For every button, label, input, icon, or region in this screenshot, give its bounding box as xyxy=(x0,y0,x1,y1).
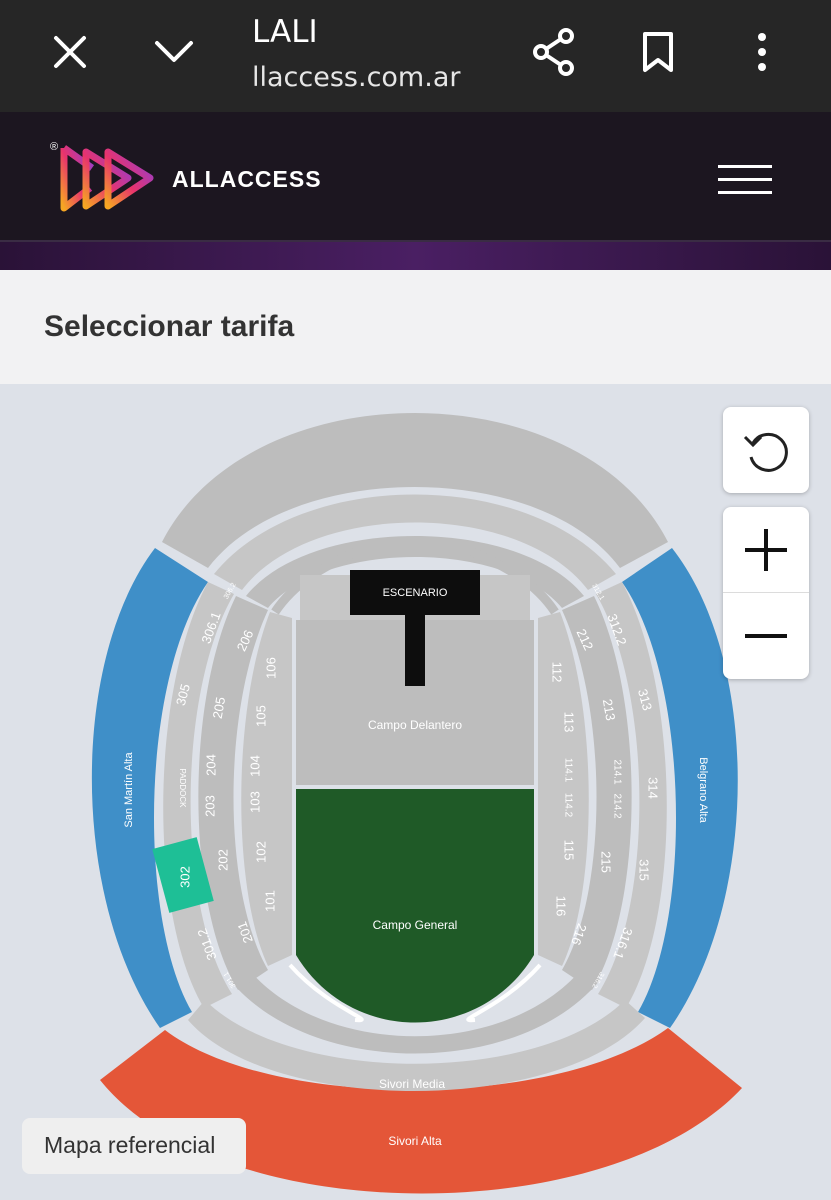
section-label-314: 314 xyxy=(646,777,661,799)
belgrano-alta-label: Belgrano Alta xyxy=(697,757,709,823)
bookmark-icon xyxy=(643,32,673,72)
section-label-101: 101 xyxy=(262,890,277,912)
play-triangles-logo[interactable]: ® xyxy=(50,140,162,216)
menu-line xyxy=(718,191,772,194)
bookmark-button[interactable] xyxy=(630,22,686,82)
collapse-button[interactable] xyxy=(146,22,202,82)
venue-map[interactable]: ESCENARIO Campo Delantero Campo General … xyxy=(0,384,831,1200)
section-label-112: 112 xyxy=(550,662,565,683)
rotate-ccw-icon xyxy=(743,432,788,472)
page-url[interactable]: llaccess.com.ar xyxy=(252,62,460,93)
plus-icon xyxy=(745,529,787,571)
menu-line xyxy=(718,178,772,181)
section-label-315: 315 xyxy=(637,859,652,881)
header-gradient-strip xyxy=(0,242,831,270)
legend-label: Mapa referencial xyxy=(44,1132,216,1158)
section-label-115: 115 xyxy=(562,840,577,861)
more-vertical-icon xyxy=(758,33,766,71)
san-martin-alta-label: San Martín Alta xyxy=(123,752,135,828)
sivori-media-label: Sivori Media xyxy=(379,1077,445,1091)
zoom-in-button[interactable] xyxy=(723,507,809,593)
section-label-215: 215 xyxy=(599,851,614,873)
sivori-alta-label: Sivori Alta xyxy=(388,1134,442,1148)
section-label-105: 105 xyxy=(253,705,268,727)
stage-runway xyxy=(405,612,425,686)
page-title: Seleccionar tarifa xyxy=(44,310,295,343)
section-label-202: 202 xyxy=(215,849,230,871)
stage-label: ESCENARIO xyxy=(383,587,448,599)
section-label-104: 104 xyxy=(247,755,262,777)
campo-delantero-label: Campo Delantero xyxy=(368,718,462,732)
browser-toolbar: LALI llaccess.com.ar xyxy=(0,0,831,112)
section-label-204: 204 xyxy=(203,754,218,776)
brand-name[interactable]: ALLACCESS xyxy=(172,166,322,193)
section-label-302: 302 xyxy=(177,866,192,888)
map-legend: Mapa referencial xyxy=(22,1118,246,1174)
paddock-label: PADDOCK xyxy=(178,769,187,809)
zoom-out-button[interactable] xyxy=(723,593,809,679)
share-icon xyxy=(533,28,574,76)
section-label-214-2: 214.2 xyxy=(611,793,622,818)
section-label-214-1: 214.1 xyxy=(611,759,622,784)
registered-mark: ® xyxy=(50,141,58,153)
section-label-113: 113 xyxy=(562,712,577,733)
section-label-103: 103 xyxy=(247,791,262,813)
page-title-bar: Seleccionar tarifa xyxy=(0,270,831,384)
chevron-down-icon xyxy=(155,41,193,62)
more-button[interactable] xyxy=(734,22,790,82)
area-campo-general[interactable] xyxy=(296,789,534,1023)
section-label-106: 106 xyxy=(263,657,278,679)
tab-title: LALI xyxy=(252,14,318,50)
minus-icon xyxy=(745,634,787,638)
section-label-116: 116 xyxy=(554,896,569,917)
section-label-114-1: 114.1 xyxy=(562,758,573,783)
hamburger-menu-button[interactable] xyxy=(712,160,778,200)
share-button[interactable] xyxy=(526,22,582,82)
reset-view-control xyxy=(723,407,809,493)
zoom-controls xyxy=(723,507,809,679)
section-label-203: 203 xyxy=(202,795,217,817)
campo-general-label: Campo General xyxy=(373,918,458,932)
close-icon xyxy=(54,36,86,68)
section-label-102: 102 xyxy=(253,841,268,863)
close-button[interactable] xyxy=(42,22,98,82)
section-label-114-2: 114.2 xyxy=(562,793,573,818)
menu-line xyxy=(718,165,772,168)
reset-view-button[interactable] xyxy=(723,407,809,493)
